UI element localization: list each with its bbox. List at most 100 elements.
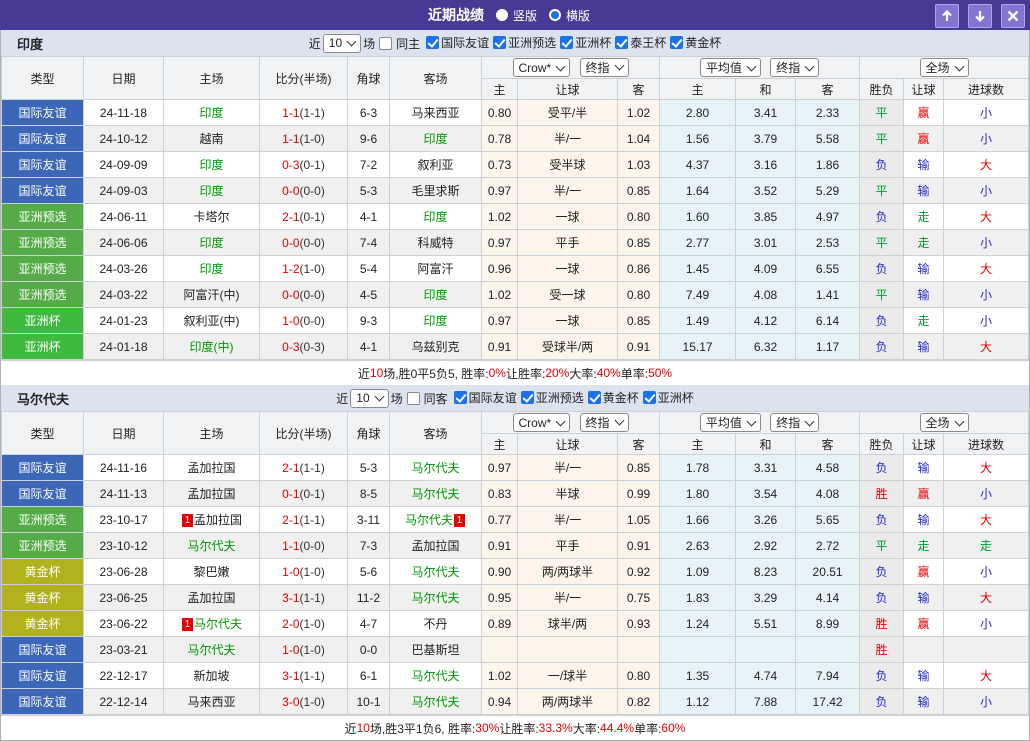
league-checkbox[interactable] <box>615 36 628 49</box>
radio-vertical-icon[interactable] <box>496 9 508 21</box>
average-odds-value: 3.52 <box>736 178 796 204</box>
average-time-select[interactable]: 终指 <box>770 58 819 77</box>
halftime-score: (1-0) <box>300 617 325 631</box>
team-label: 巴基斯坦 <box>411 643 459 657</box>
odds-value: 0.80 <box>482 100 518 126</box>
away-team: 马尔代夫 <box>390 585 482 611</box>
average-select[interactable]: 平均值 <box>700 58 761 77</box>
handicap-result-label: 输 <box>918 262 930 276</box>
handicap-result: 赢 <box>904 611 944 637</box>
league-checkbox[interactable] <box>521 391 534 404</box>
scroll-up-button[interactable] <box>935 4 959 28</box>
home-team: 越南 <box>164 126 260 152</box>
halftime-score: (1-1) <box>300 591 325 605</box>
average-odds-value: 1.49 <box>660 308 736 334</box>
team-label: 新加坡 <box>193 669 229 683</box>
match-scope-select[interactable]: 全场 <box>920 413 969 432</box>
team-label: 印度 <box>199 184 223 198</box>
summary-segment: 大率: <box>569 365 596 382</box>
bookmaker-select[interactable]: Crow* <box>513 58 571 77</box>
average-odds-value: 1.60 <box>660 204 736 230</box>
team-label: 马尔代夫 <box>187 539 235 553</box>
match-row: 国际友谊23-03-21马尔代夫1-0(1-0)0-0巴基斯坦胜 <box>2 637 1029 663</box>
sub-header: 让球 <box>904 79 944 100</box>
bookmaker-select[interactable]: Crow* <box>513 413 571 432</box>
league-checkbox[interactable] <box>670 36 683 49</box>
team-label: 马尔代夫 <box>411 461 459 475</box>
match-row: 国际友谊24-10-12越南1-1(1-0)9-6印度0.78半/一1.041.… <box>2 126 1029 152</box>
team-section: 印度 近 10 场 同主 国际友谊亚洲预选亚洲杯泰王杯黄金杯 <box>1 30 1029 385</box>
goals-result: 小 <box>944 100 1029 126</box>
away-team: 不丹 <box>390 611 482 637</box>
match-count-select[interactable]: 10 <box>350 389 388 408</box>
odds-time-select[interactable]: 终指 <box>580 58 629 77</box>
goals-result: 大 <box>944 663 1029 689</box>
team-label: 印度 <box>423 210 447 224</box>
team-name: 印度 <box>17 34 43 53</box>
odds-value: 0.90 <box>482 559 518 585</box>
wdl-result-label: 平 <box>876 539 888 553</box>
match-row: 国际友谊22-12-14马来西亚3-0(1-0)10-1马尔代夫0.94两/两球… <box>2 689 1029 715</box>
league-checkbox[interactable] <box>454 391 467 404</box>
wdl-result-label: 负 <box>876 158 888 172</box>
odds-value: 0.83 <box>482 481 518 507</box>
odds-time-select[interactable]: 终指 <box>580 413 629 432</box>
corner-score: 7-2 <box>348 152 390 178</box>
match-count-select[interactable]: 10 <box>323 34 361 53</box>
wdl-result: 负 <box>860 308 904 334</box>
average-select[interactable]: 平均值 <box>700 413 761 432</box>
wdl-result: 平 <box>860 533 904 559</box>
fulltime-score: 3-1 <box>282 591 299 605</box>
recent-suffix-label: 场 <box>391 390 403 407</box>
same-venue-checkbox[interactable] <box>379 37 392 50</box>
wdl-result: 平 <box>860 282 904 308</box>
halftime-score: (1-1) <box>300 513 325 527</box>
match-scope-select[interactable]: 全场 <box>920 58 969 77</box>
summary-segment: 场,胜3平1负6, 胜率: <box>370 720 475 737</box>
handicap-result-label: 赢 <box>918 617 930 631</box>
team-label: 印度 <box>199 158 223 172</box>
goals-result-label: 小 <box>980 565 992 579</box>
close-button[interactable] <box>1001 4 1025 28</box>
fulltime-score: 1-0 <box>282 643 299 657</box>
layout-radio-vertical[interactable]: 竖版 <box>496 7 537 24</box>
average-odds-value: 1.66 <box>660 507 736 533</box>
sub-header: 和 <box>736 434 796 455</box>
wdl-result-label: 负 <box>876 461 888 475</box>
handicap-result: 赢 <box>904 481 944 507</box>
average-odds-value: 3.29 <box>736 585 796 611</box>
team-label: 印度 <box>199 262 223 276</box>
league-checkbox[interactable] <box>426 36 439 49</box>
goals-result: 大 <box>944 507 1029 533</box>
odds-value: 0.91 <box>482 533 518 559</box>
wdl-result-label: 胜 <box>876 617 888 631</box>
average-time-select[interactable]: 终指 <box>770 413 819 432</box>
handicap-result-label: 赢 <box>918 487 930 501</box>
league-checkbox[interactable] <box>588 391 601 404</box>
corner-score: 8-5 <box>348 481 390 507</box>
arrow-down-icon <box>974 10 986 22</box>
odds-value: 1.02 <box>618 100 660 126</box>
home-team: 印度 <box>164 100 260 126</box>
goals-result: 小 <box>944 126 1029 152</box>
average-odds-value: 5.58 <box>796 126 860 152</box>
sub-header: 进球数 <box>944 79 1029 100</box>
fulltime-score: 2-1 <box>282 513 299 527</box>
layout-radio-horizontal[interactable]: 横版 <box>549 7 590 24</box>
summary-segment: 33.3% <box>539 721 573 735</box>
average-odds-value: 4.74 <box>736 663 796 689</box>
wdl-result: 负 <box>860 256 904 282</box>
tables-area: 印度 近 10 场 同主 国际友谊亚洲预选亚洲杯泰王杯黄金杯 <box>0 30 1030 741</box>
league-checkbox[interactable] <box>643 391 656 404</box>
same-venue-checkbox[interactable] <box>407 392 420 405</box>
radio-horizontal-icon[interactable] <box>549 9 561 21</box>
league-checkbox[interactable] <box>493 36 506 49</box>
average-odds-value: 3.16 <box>736 152 796 178</box>
chevron-down-icon <box>954 416 964 426</box>
league-checkbox[interactable] <box>560 36 573 49</box>
scroll-down-button[interactable] <box>968 4 992 28</box>
column-header-home: 主场 <box>164 412 260 455</box>
corner-score: 9-6 <box>348 126 390 152</box>
handicap-result: 走 <box>904 230 944 256</box>
team-label: 马尔代夫 <box>411 487 459 501</box>
